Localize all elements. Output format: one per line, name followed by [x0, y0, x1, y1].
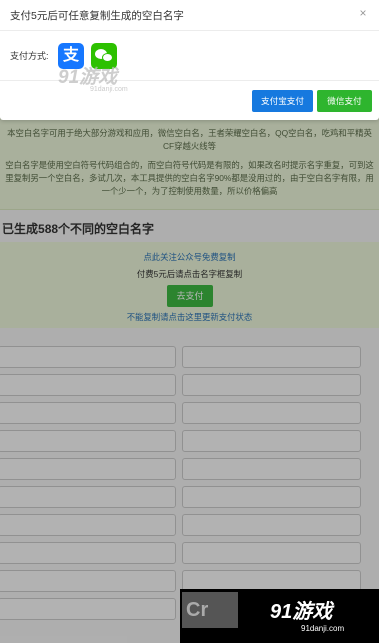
watermark-url-bottom: 91danji.com: [301, 624, 345, 633]
close-icon[interactable]: ×: [357, 6, 369, 20]
payment-method-label: 支付方式:: [10, 51, 49, 61]
wechat-bubble-small: [102, 53, 113, 62]
modal-title: 支付5元后可任意复制生成的空白名字: [10, 10, 184, 22]
alipay-pay-button[interactable]: 支付宝支付: [252, 90, 313, 112]
watermark-logo-bottom: 91游戏: [270, 601, 333, 623]
payment-modal: 支付5元后可任意复制生成的空白名字 × 支付方式: 支 支付宝支付 微信支付: [0, 0, 379, 120]
watermark-top: 91游戏 91danji.com: [58, 62, 148, 102]
modal-header: 支付5元后可任意复制生成的空白名字 ×: [0, 0, 379, 31]
divider: [0, 80, 379, 81]
watermark-url: 91danji.com: [90, 86, 128, 93]
watermark-bottom: Cr 91游戏 91danji.com: [180, 589, 379, 643]
wechat-pay-button[interactable]: 微信支付: [317, 90, 372, 112]
watermark-badge: Cr: [182, 592, 238, 628]
watermark-logo: 91游戏: [58, 67, 118, 88]
